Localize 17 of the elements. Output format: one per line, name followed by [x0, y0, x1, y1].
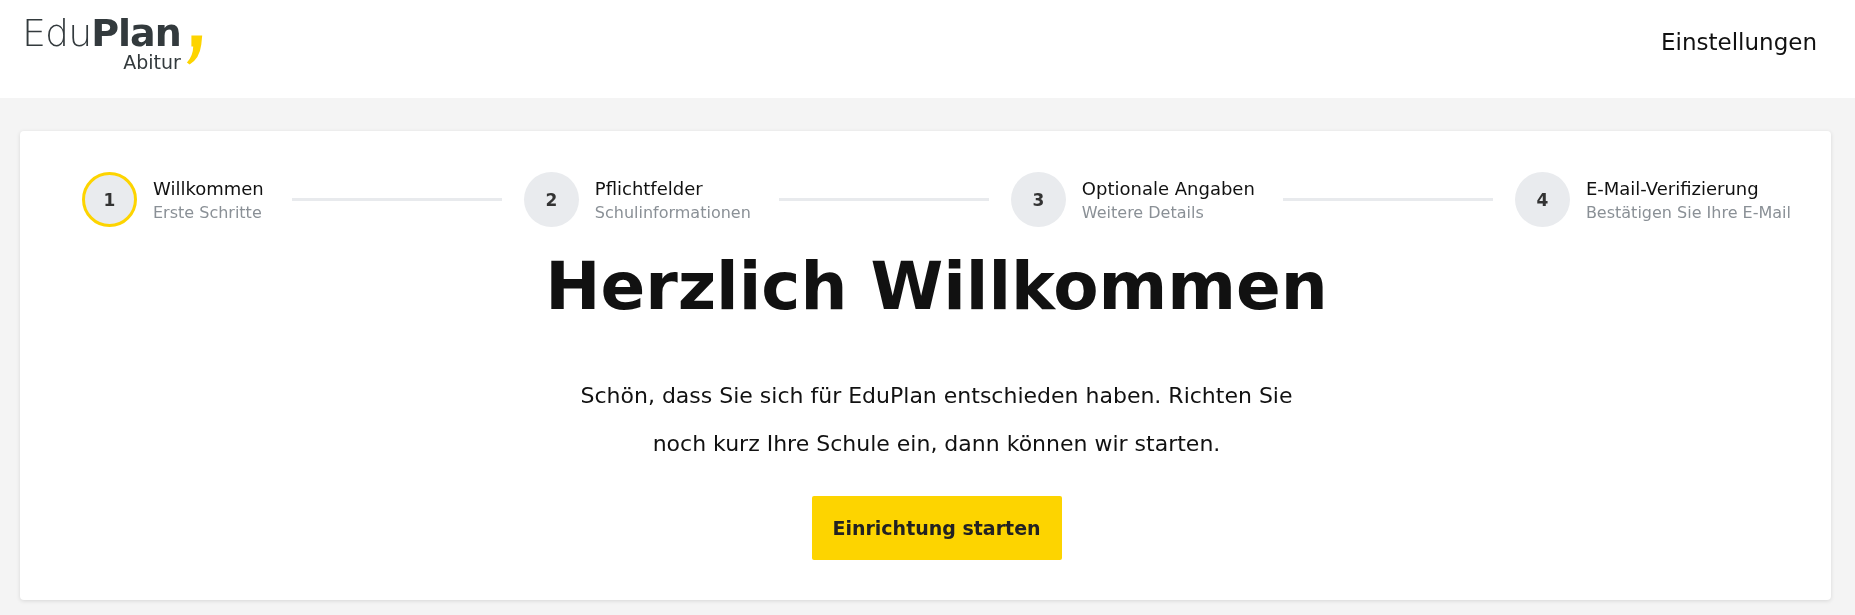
start-button[interactable]: Einrichtung starten: [811, 496, 1062, 561]
step-subtitle: Weitere Details: [1081, 202, 1205, 222]
step-subtitle: Schulinformationen: [594, 202, 751, 222]
step-number[interactable]: 4: [1514, 172, 1570, 227]
step-title: E-Mail-Verifizierung: [1585, 177, 1760, 199]
step-subtitle: Erste Schritte: [153, 202, 263, 222]
logo[interactable]: EduPlan Abitur: [22, 13, 204, 73]
step-title: Optionale Angaben: [1081, 177, 1255, 199]
step-title: Willkommen: [153, 177, 264, 199]
settings-link[interactable]: Einstellungen: [1661, 29, 1817, 55]
welcome-heading: Herzlich Willkommen: [545, 247, 1328, 327]
step-subtitle: Bestätigen Sie Ihre E-Mail: [1585, 202, 1791, 222]
step-number[interactable]: 1: [82, 172, 137, 227]
step-number[interactable]: 3: [1010, 172, 1066, 227]
intro-text: Schön, dass Sie sich für EduPlan entschieden haben. Richten Sie noch kurz Ihre Schule ein, dann können wir starten.: [579, 382, 1294, 459]
step-title: Pflichtfelder: [594, 177, 704, 199]
step-number[interactable]: 2: [523, 172, 579, 227]
